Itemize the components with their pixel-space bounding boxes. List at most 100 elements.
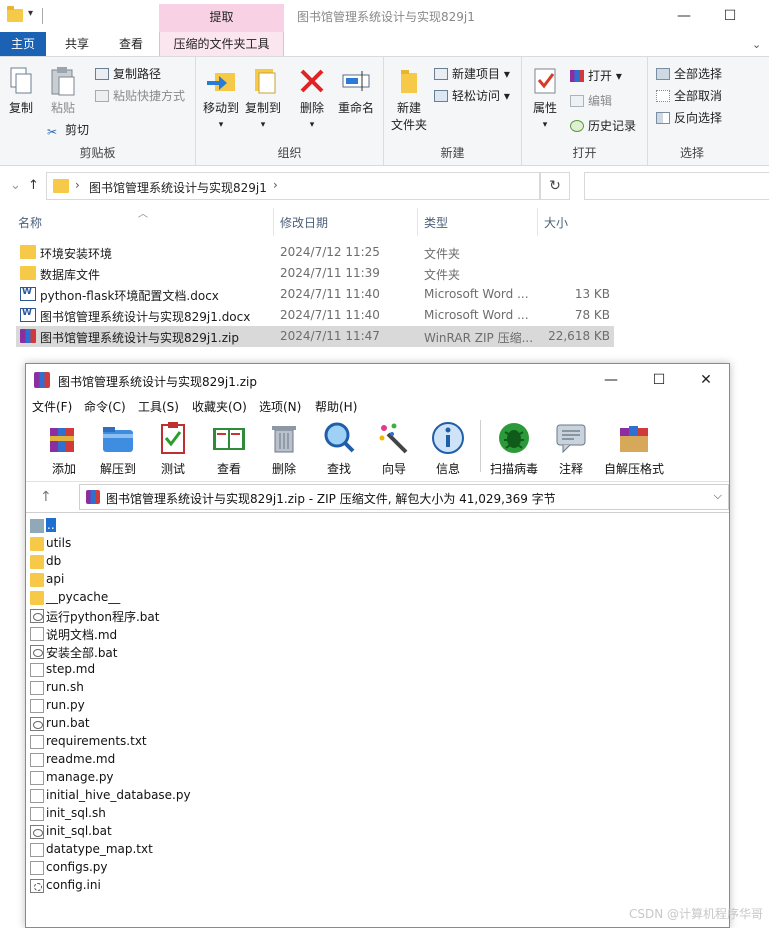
winrar-minimize-button[interactable]: —	[591, 368, 631, 392]
winrar-toolbar: 添加 解压到 测试 查看 删除 查找 向导 信息 扫描病毒 注释 自解压格式	[26, 416, 729, 482]
recent-locations-icon[interactable]: ⌄	[10, 178, 21, 193]
column-date[interactable]: 修改日期	[280, 214, 328, 231]
sfx-button[interactable]: 自解压格式	[602, 420, 666, 477]
file-type: WinRAR ZIP 压缩...	[424, 331, 534, 345]
winrar-titlebar: 图书馆管理系统设计与实现829j1.zip — ☐ ✕	[26, 364, 729, 396]
archive-entry-name: 安装全部.bat	[46, 646, 118, 660]
file-name: 环境安装环境	[40, 247, 113, 261]
winrar-maximize-button[interactable]: ☐	[639, 368, 679, 392]
open-button[interactable]: 打开 ▾	[570, 67, 622, 85]
tab-home[interactable]: 主页	[0, 32, 46, 56]
minimize-button[interactable]: —	[664, 4, 704, 28]
organize-group-label: 组织	[277, 146, 302, 160]
info-button[interactable]: 信息	[420, 420, 476, 477]
address-row: ⌄ ↑ › 图书馆管理系统设计与实现829j1 › ↻	[0, 166, 769, 206]
copy-to-button[interactable]: 复制到 ▾	[244, 65, 282, 130]
winrar-path-row: ↑ 图书馆管理系统设计与实现829j1.zip - ZIP 压缩文件, 解包大小…	[26, 482, 729, 512]
scan-virus-button[interactable]: 扫描病毒	[486, 420, 542, 477]
column-divider[interactable]	[273, 208, 274, 236]
add-button[interactable]: 添加	[36, 420, 92, 477]
chevron-down-icon[interactable]: ⌵	[714, 489, 722, 503]
column-type[interactable]: 类型	[424, 214, 448, 231]
file-row-selected[interactable]: 图书馆管理系统设计与实现829j1.zip 2024/7/11 11:47 Wi…	[16, 326, 614, 347]
file-row[interactable]: 环境安装环境 2024/7/12 11:25 文件夹	[16, 242, 614, 263]
history-button[interactable]: 历史记录	[570, 117, 636, 135]
column-divider[interactable]	[537, 208, 538, 236]
toolbar-divider	[480, 420, 481, 472]
menu-tools[interactable]: 工具(S)	[138, 398, 179, 415]
new-item-button[interactable]: 新建项目 ▾	[434, 65, 510, 83]
properties-button[interactable]: 属性 ▾	[528, 65, 562, 130]
copy-path-label: 复制路径	[113, 67, 162, 81]
copy-path-button[interactable]: 复制路径	[95, 65, 161, 83]
archive-entry-name: run.py	[46, 698, 85, 712]
file-row[interactable]: 图书馆管理系统设计与实现829j1.docx 2024/7/11 11:40 M…	[16, 305, 614, 326]
edit-button[interactable]: 编辑	[570, 92, 612, 110]
find-button[interactable]: 查找	[311, 420, 367, 477]
refresh-button[interactable]: ↻	[540, 172, 570, 200]
history-icon	[570, 120, 584, 132]
winrar-up-arrow-icon[interactable]: ↑	[40, 489, 52, 505]
copy-to-label: 复制到	[244, 101, 281, 115]
breadcrumb-trailing-separator[interactable]: ›	[273, 178, 278, 192]
wizard-button[interactable]: 向导	[366, 420, 422, 477]
archive-entry-name: datatype_map.txt	[46, 842, 153, 856]
extract-to-button[interactable]: 解压到	[90, 420, 146, 477]
winrar-archive-icon	[86, 490, 100, 504]
file-icon	[30, 843, 44, 857]
menu-commands[interactable]: 命令(C)	[84, 398, 126, 415]
comment-button[interactable]: 注释	[543, 420, 599, 477]
paste-label: 粘贴	[50, 101, 75, 115]
search-input[interactable]	[584, 172, 769, 200]
winrar-delete-button[interactable]: 删除	[256, 420, 312, 477]
file-row[interactable]: 数据库文件 2024/7/11 11:39 文件夹	[16, 263, 614, 284]
archive-entry-name: manage.py	[46, 770, 114, 784]
rename-button[interactable]: 重命名	[336, 65, 376, 116]
menu-file[interactable]: 文件(F)	[32, 398, 72, 415]
quick-access-dropdown-icon[interactable]: ▾	[28, 8, 33, 19]
winrar-path-dropdown[interactable]: 图书馆管理系统设计与实现829j1.zip - ZIP 压缩文件, 解包大小为 …	[79, 484, 729, 510]
cut-button[interactable]: ✂ 剪切	[47, 121, 89, 139]
paste-button[interactable]: 粘贴	[44, 65, 82, 116]
quick-access-folder-icon[interactable]	[7, 6, 23, 22]
invert-selection-button[interactable]: 反向选择	[656, 109, 722, 127]
archive-entry-name: step.md	[46, 662, 96, 676]
ribbon-collapse-icon[interactable]: ⌄	[752, 38, 761, 51]
magnifier-icon	[321, 420, 357, 456]
copy-button[interactable]: 复制	[4, 65, 38, 116]
tab-share[interactable]: 共享	[54, 32, 100, 56]
move-to-button[interactable]: 移动到 ▾	[202, 65, 240, 130]
archive-entry-name: api	[46, 572, 65, 586]
delete-button[interactable]: 删除 ▾	[294, 65, 330, 130]
explorer-titlebar: ▾ 提取 图书馆管理系统设计与实现829j1 — ☐	[0, 0, 769, 32]
tab-view[interactable]: 查看	[108, 32, 154, 56]
copy-path-icon	[95, 68, 109, 80]
up-arrow-icon[interactable]: ↑	[28, 178, 39, 193]
paste-shortcut-button[interactable]: 粘贴快捷方式	[95, 87, 185, 105]
batch-file-icon	[30, 825, 44, 839]
tab-compressed-folder-tools[interactable]: 压缩的文件夹工具	[159, 32, 284, 56]
select-all-button[interactable]: 全部选择	[656, 65, 722, 83]
folder-icon	[30, 573, 44, 587]
file-row[interactable]: python-flask环境配置文档.docx 2024/7/11 11:40 …	[16, 284, 614, 305]
column-divider[interactable]	[417, 208, 418, 236]
edit-icon	[570, 95, 584, 107]
maximize-button[interactable]: ☐	[710, 4, 750, 28]
select-none-button[interactable]: 全部取消	[656, 87, 722, 105]
column-name[interactable]: 名称	[18, 214, 42, 231]
menu-favorites[interactable]: 收藏夹(O)	[192, 398, 247, 415]
menu-options[interactable]: 选项(N)	[259, 398, 301, 415]
easy-access-button[interactable]: 轻松访问 ▾	[434, 87, 510, 105]
view-button[interactable]: 查看	[201, 420, 257, 477]
new-folder-button[interactable]: 新建 文件夹	[388, 65, 430, 133]
move-to-icon	[205, 65, 237, 97]
paste-shortcut-icon	[95, 90, 109, 102]
breadcrumb-path[interactable]: 图书馆管理系统设计与实现829j1	[89, 179, 267, 196]
winrar-close-button[interactable]: ✕	[686, 368, 726, 392]
address-bar[interactable]: › 图书馆管理系统设计与实现829j1 ›	[46, 172, 540, 200]
column-size[interactable]: 大小	[544, 214, 568, 231]
menu-help[interactable]: 帮助(H)	[315, 398, 357, 415]
cut-label: 剪切	[65, 123, 90, 137]
easy-access-label: 轻松访问 ▾	[452, 89, 510, 103]
test-button[interactable]: 测试	[145, 420, 201, 477]
